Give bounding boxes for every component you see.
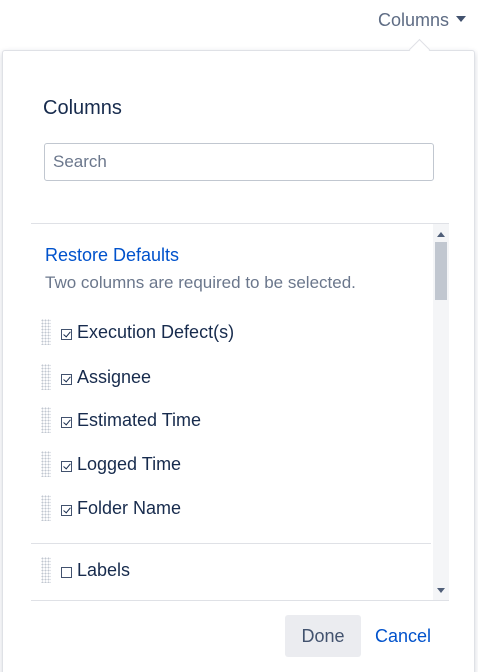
scroll-thumb[interactable] (435, 242, 447, 300)
column-list: Restore Defaults Two columns are require… (31, 223, 449, 601)
columns-trigger-label: Columns (377, 10, 449, 30)
search-input[interactable] (44, 143, 434, 181)
column-checkbox-logged-time[interactable] (61, 460, 72, 472)
columns-popover: Columns Restore Defaults Two columns are… (2, 50, 475, 672)
list-scrollbar[interactable] (433, 224, 449, 600)
cancel-button[interactable]: Cancel (367, 615, 439, 657)
drag-handle-icon[interactable] (41, 451, 51, 477)
column-label: Execution Defect(s) (77, 321, 235, 342)
restore-defaults-link[interactable]: Restore Defaults (45, 245, 179, 266)
column-checkbox-estimated-time[interactable] (61, 416, 72, 428)
drag-handle-icon[interactable] (41, 364, 51, 390)
required-columns-hint: Two columns are required to be selected. (45, 273, 356, 292)
column-row-estimated-time[interactable]: Estimated Time (41, 406, 201, 434)
column-row-execution-defects[interactable]: Execution Defect(s) (41, 318, 234, 346)
column-checkbox-labels[interactable] (61, 566, 72, 578)
column-row-folder-name[interactable]: Folder Name (41, 494, 181, 522)
selected-unselected-divider (31, 543, 431, 544)
caret-down-icon (456, 15, 466, 22)
drag-handle-icon[interactable] (41, 407, 51, 433)
column-label: Assignee (77, 366, 152, 387)
column-row-labels[interactable]: Labels (41, 556, 130, 584)
column-label: Labels (77, 559, 131, 580)
column-checkbox-assignee[interactable] (61, 373, 72, 385)
column-checkbox-execution-defects[interactable] (61, 328, 72, 340)
columns-dropdown-trigger[interactable]: Columns (378, 10, 466, 31)
column-label: Estimated Time (77, 409, 202, 430)
scroll-up-arrow-icon[interactable] (437, 232, 445, 237)
done-button[interactable]: Done (285, 615, 361, 657)
column-label: Logged Time (77, 453, 182, 474)
column-row-assignee[interactable]: Assignee (41, 363, 151, 391)
scroll-down-arrow-icon[interactable] (437, 588, 445, 593)
page: Columns Columns Restore Defaults Two col… (0, 0, 478, 672)
column-row-logged-time[interactable]: Logged Time (41, 450, 181, 478)
column-label: Folder Name (77, 497, 182, 518)
drag-handle-icon[interactable] (41, 495, 51, 521)
popover-title: Columns (43, 97, 122, 119)
drag-handle-icon[interactable] (41, 319, 51, 345)
drag-handle-icon[interactable] (41, 557, 51, 583)
column-checkbox-folder-name[interactable] (61, 504, 72, 516)
